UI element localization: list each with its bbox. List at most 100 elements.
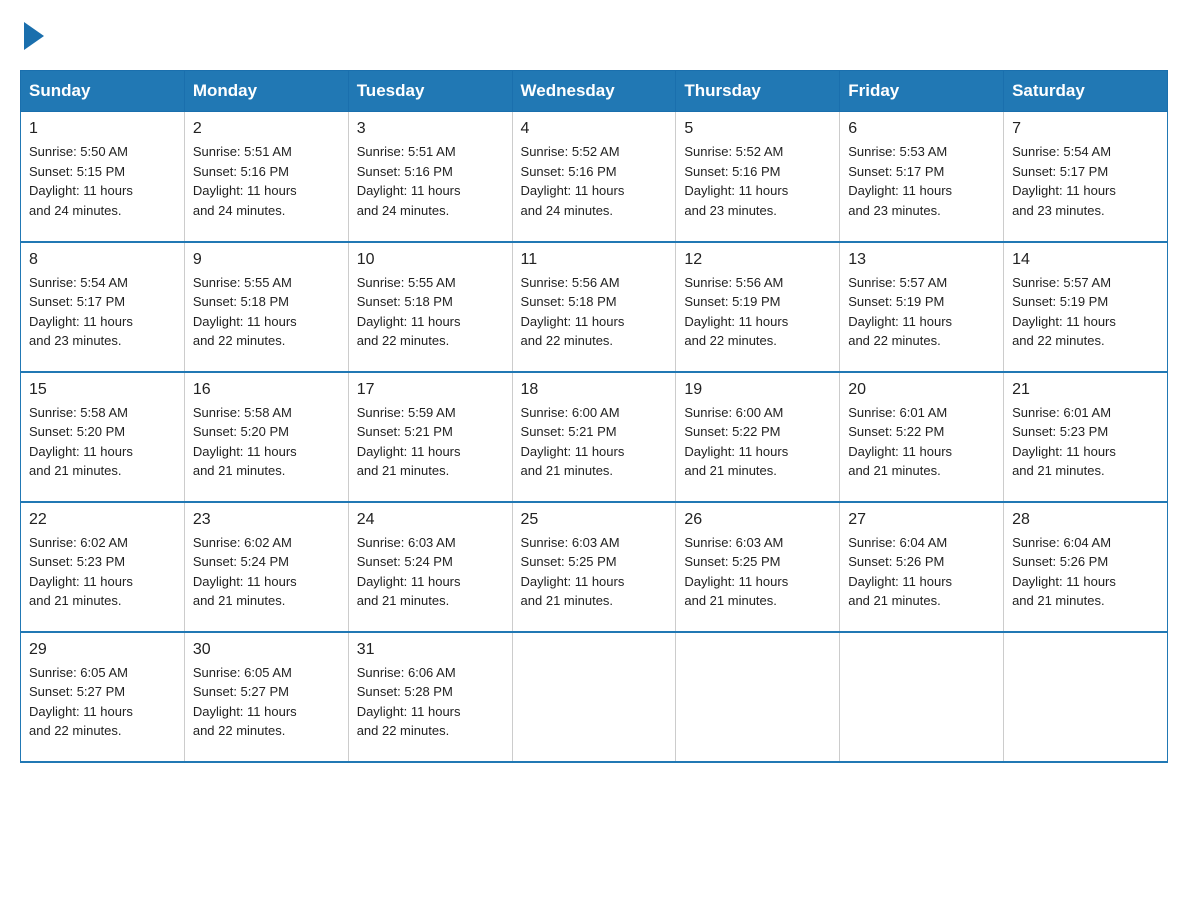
day-number: 1 <box>29 120 176 138</box>
day-info: Sunrise: 6:04 AM Sunset: 5:26 PM Dayligh… <box>1012 533 1159 611</box>
day-info: Sunrise: 5:53 AM Sunset: 5:17 PM Dayligh… <box>848 142 995 220</box>
day-info: Sunrise: 5:51 AM Sunset: 5:16 PM Dayligh… <box>357 142 504 220</box>
day-cell-24: 24 Sunrise: 6:03 AM Sunset: 5:24 PM Dayl… <box>348 502 512 632</box>
day-cell-12: 12 Sunrise: 5:56 AM Sunset: 5:19 PM Dayl… <box>676 242 840 372</box>
day-cell-27: 27 Sunrise: 6:04 AM Sunset: 5:26 PM Dayl… <box>840 502 1004 632</box>
day-cell-23: 23 Sunrise: 6:02 AM Sunset: 5:24 PM Dayl… <box>184 502 348 632</box>
day-number: 2 <box>193 120 340 138</box>
day-info: Sunrise: 5:57 AM Sunset: 5:19 PM Dayligh… <box>1012 273 1159 351</box>
day-info: Sunrise: 6:01 AM Sunset: 5:22 PM Dayligh… <box>848 403 995 481</box>
day-number: 19 <box>684 381 831 399</box>
day-info: Sunrise: 5:55 AM Sunset: 5:18 PM Dayligh… <box>193 273 340 351</box>
day-info: Sunrise: 5:54 AM Sunset: 5:17 PM Dayligh… <box>1012 142 1159 220</box>
day-number: 15 <box>29 381 176 399</box>
day-cell-18: 18 Sunrise: 6:00 AM Sunset: 5:21 PM Dayl… <box>512 372 676 502</box>
weekday-header-sunday: Sunday <box>21 71 185 112</box>
logo-arrow-icon <box>24 22 44 50</box>
day-info: Sunrise: 6:05 AM Sunset: 5:27 PM Dayligh… <box>29 663 176 741</box>
empty-cell <box>1004 632 1168 762</box>
day-cell-4: 4 Sunrise: 5:52 AM Sunset: 5:16 PM Dayli… <box>512 112 676 242</box>
day-number: 26 <box>684 511 831 529</box>
day-info: Sunrise: 5:57 AM Sunset: 5:19 PM Dayligh… <box>848 273 995 351</box>
day-number: 12 <box>684 251 831 269</box>
day-info: Sunrise: 6:01 AM Sunset: 5:23 PM Dayligh… <box>1012 403 1159 481</box>
calendar-body: 1 Sunrise: 5:50 AM Sunset: 5:15 PM Dayli… <box>21 112 1168 762</box>
day-info: Sunrise: 5:59 AM Sunset: 5:21 PM Dayligh… <box>357 403 504 481</box>
day-cell-11: 11 Sunrise: 5:56 AM Sunset: 5:18 PM Dayl… <box>512 242 676 372</box>
weekday-header-monday: Monday <box>184 71 348 112</box>
day-cell-16: 16 Sunrise: 5:58 AM Sunset: 5:20 PM Dayl… <box>184 372 348 502</box>
day-info: Sunrise: 5:58 AM Sunset: 5:20 PM Dayligh… <box>29 403 176 481</box>
empty-cell <box>512 632 676 762</box>
day-info: Sunrise: 5:56 AM Sunset: 5:19 PM Dayligh… <box>684 273 831 351</box>
calendar-header: SundayMondayTuesdayWednesdayThursdayFrid… <box>21 71 1168 112</box>
page-header <box>20 20 1168 50</box>
day-number: 16 <box>193 381 340 399</box>
week-row-1: 1 Sunrise: 5:50 AM Sunset: 5:15 PM Dayli… <box>21 112 1168 242</box>
day-cell-5: 5 Sunrise: 5:52 AM Sunset: 5:16 PM Dayli… <box>676 112 840 242</box>
day-info: Sunrise: 5:55 AM Sunset: 5:18 PM Dayligh… <box>357 273 504 351</box>
day-number: 5 <box>684 120 831 138</box>
day-info: Sunrise: 5:54 AM Sunset: 5:17 PM Dayligh… <box>29 273 176 351</box>
week-row-5: 29 Sunrise: 6:05 AM Sunset: 5:27 PM Dayl… <box>21 632 1168 762</box>
day-cell-17: 17 Sunrise: 5:59 AM Sunset: 5:21 PM Dayl… <box>348 372 512 502</box>
week-row-4: 22 Sunrise: 6:02 AM Sunset: 5:23 PM Dayl… <box>21 502 1168 632</box>
day-cell-3: 3 Sunrise: 5:51 AM Sunset: 5:16 PM Dayli… <box>348 112 512 242</box>
day-cell-28: 28 Sunrise: 6:04 AM Sunset: 5:26 PM Dayl… <box>1004 502 1168 632</box>
day-info: Sunrise: 6:03 AM Sunset: 5:25 PM Dayligh… <box>521 533 668 611</box>
day-cell-13: 13 Sunrise: 5:57 AM Sunset: 5:19 PM Dayl… <box>840 242 1004 372</box>
day-info: Sunrise: 6:02 AM Sunset: 5:23 PM Dayligh… <box>29 533 176 611</box>
day-info: Sunrise: 5:52 AM Sunset: 5:16 PM Dayligh… <box>521 142 668 220</box>
day-number: 10 <box>357 251 504 269</box>
weekday-header-saturday: Saturday <box>1004 71 1168 112</box>
day-info: Sunrise: 5:56 AM Sunset: 5:18 PM Dayligh… <box>521 273 668 351</box>
day-number: 13 <box>848 251 995 269</box>
day-number: 23 <box>193 511 340 529</box>
weekday-header-wednesday: Wednesday <box>512 71 676 112</box>
weekday-header-row: SundayMondayTuesdayWednesdayThursdayFrid… <box>21 71 1168 112</box>
day-cell-6: 6 Sunrise: 5:53 AM Sunset: 5:17 PM Dayli… <box>840 112 1004 242</box>
day-number: 14 <box>1012 251 1159 269</box>
day-number: 24 <box>357 511 504 529</box>
day-cell-14: 14 Sunrise: 5:57 AM Sunset: 5:19 PM Dayl… <box>1004 242 1168 372</box>
day-number: 3 <box>357 120 504 138</box>
weekday-header-thursday: Thursday <box>676 71 840 112</box>
weekday-header-friday: Friday <box>840 71 1004 112</box>
day-number: 25 <box>521 511 668 529</box>
day-number: 8 <box>29 251 176 269</box>
day-info: Sunrise: 6:00 AM Sunset: 5:21 PM Dayligh… <box>521 403 668 481</box>
day-info: Sunrise: 6:06 AM Sunset: 5:28 PM Dayligh… <box>357 663 504 741</box>
empty-cell <box>676 632 840 762</box>
day-info: Sunrise: 6:05 AM Sunset: 5:27 PM Dayligh… <box>193 663 340 741</box>
day-info: Sunrise: 6:02 AM Sunset: 5:24 PM Dayligh… <box>193 533 340 611</box>
logo <box>20 20 48 50</box>
day-cell-26: 26 Sunrise: 6:03 AM Sunset: 5:25 PM Dayl… <box>676 502 840 632</box>
day-cell-15: 15 Sunrise: 5:58 AM Sunset: 5:20 PM Dayl… <box>21 372 185 502</box>
day-number: 6 <box>848 120 995 138</box>
day-cell-19: 19 Sunrise: 6:00 AM Sunset: 5:22 PM Dayl… <box>676 372 840 502</box>
day-info: Sunrise: 5:58 AM Sunset: 5:20 PM Dayligh… <box>193 403 340 481</box>
day-info: Sunrise: 6:03 AM Sunset: 5:24 PM Dayligh… <box>357 533 504 611</box>
day-number: 20 <box>848 381 995 399</box>
week-row-2: 8 Sunrise: 5:54 AM Sunset: 5:17 PM Dayli… <box>21 242 1168 372</box>
week-row-3: 15 Sunrise: 5:58 AM Sunset: 5:20 PM Dayl… <box>21 372 1168 502</box>
day-number: 18 <box>521 381 668 399</box>
day-cell-20: 20 Sunrise: 6:01 AM Sunset: 5:22 PM Dayl… <box>840 372 1004 502</box>
day-cell-30: 30 Sunrise: 6:05 AM Sunset: 5:27 PM Dayl… <box>184 632 348 762</box>
day-number: 7 <box>1012 120 1159 138</box>
calendar-table: SundayMondayTuesdayWednesdayThursdayFrid… <box>20 70 1168 763</box>
empty-cell <box>840 632 1004 762</box>
day-cell-31: 31 Sunrise: 6:06 AM Sunset: 5:28 PM Dayl… <box>348 632 512 762</box>
day-info: Sunrise: 6:03 AM Sunset: 5:25 PM Dayligh… <box>684 533 831 611</box>
day-cell-7: 7 Sunrise: 5:54 AM Sunset: 5:17 PM Dayli… <box>1004 112 1168 242</box>
day-number: 17 <box>357 381 504 399</box>
day-cell-25: 25 Sunrise: 6:03 AM Sunset: 5:25 PM Dayl… <box>512 502 676 632</box>
day-number: 31 <box>357 641 504 659</box>
day-info: Sunrise: 5:50 AM Sunset: 5:15 PM Dayligh… <box>29 142 176 220</box>
day-info: Sunrise: 5:52 AM Sunset: 5:16 PM Dayligh… <box>684 142 831 220</box>
day-cell-2: 2 Sunrise: 5:51 AM Sunset: 5:16 PM Dayli… <box>184 112 348 242</box>
day-number: 28 <box>1012 511 1159 529</box>
day-cell-1: 1 Sunrise: 5:50 AM Sunset: 5:15 PM Dayli… <box>21 112 185 242</box>
day-cell-10: 10 Sunrise: 5:55 AM Sunset: 5:18 PM Dayl… <box>348 242 512 372</box>
day-number: 11 <box>521 251 668 269</box>
